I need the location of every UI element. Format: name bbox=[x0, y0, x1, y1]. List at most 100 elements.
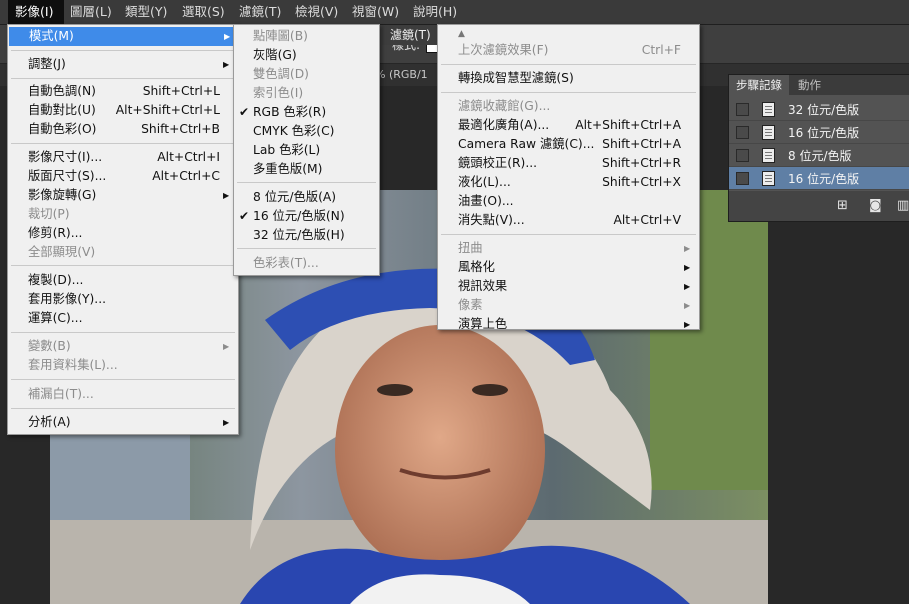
menu-item-stylize[interactable]: 風格化 ▶ bbox=[458, 258, 690, 277]
menu-filter[interactable]: 濾鏡(T) bbox=[239, 0, 281, 24]
menu-item-8-bits[interactable]: 8 位元/色版(A) bbox=[253, 188, 336, 207]
menu-item-auto-color[interactable]: 自動色彩(O) Shift+Ctrl+B bbox=[28, 120, 220, 139]
menu-shortcut: Ctrl+F bbox=[641, 43, 681, 57]
separator bbox=[11, 78, 235, 79]
menu-item-bitmap[interactable]: 點陣圖(B) bbox=[253, 27, 308, 46]
menu-item-duotone[interactable]: 雙色調(D) bbox=[253, 65, 309, 84]
menu-item-filter-gallery[interactable]: 濾鏡收藏館(G)... bbox=[458, 97, 550, 116]
tab-history[interactable]: 步驟記錄 bbox=[729, 75, 789, 95]
menu-item-last-filter[interactable]: 上次濾鏡效果(F) Ctrl+F bbox=[458, 41, 681, 60]
history-item-selected[interactable]: 16 位元/色版 bbox=[729, 167, 909, 190]
menu-type[interactable]: 類型(Y) bbox=[125, 0, 167, 24]
menu-item-32-bits[interactable]: 32 位元/色版(H) bbox=[253, 226, 345, 245]
menu-item-rgb-color[interactable]: RGB 色彩(R) bbox=[253, 103, 326, 122]
history-item[interactable]: 32 位元/色版 bbox=[729, 98, 909, 121]
trash-icon[interactable]: ▥ bbox=[897, 198, 909, 213]
menu-item-vanishing-point[interactable]: 消失點(V)... Alt+Ctrl+V bbox=[458, 211, 681, 230]
menu-item-label: Camera Raw 濾鏡(C)... bbox=[458, 137, 595, 151]
menu-item-variables[interactable]: 變數(B) ▶ bbox=[28, 337, 229, 356]
menu-item-distort[interactable]: 扭曲 ▶ bbox=[458, 239, 690, 258]
menu-item-reveal-all[interactable]: 全部顯現(V) bbox=[28, 243, 95, 262]
separator bbox=[441, 64, 696, 65]
menu-item-pixelate[interactable]: 像素 ▶ bbox=[458, 296, 690, 315]
menu-item-image-rotation[interactable]: 影像旋轉(G) ▶ bbox=[28, 186, 229, 205]
filter-menu-header[interactable]: 濾鏡(T) bbox=[382, 25, 444, 45]
menu-item-grayscale[interactable]: 灰階(G) bbox=[253, 46, 297, 65]
menu-item-apply-image[interactable]: 套用影像(Y)... bbox=[28, 290, 106, 309]
menu-item-label: 雙色調(D) bbox=[253, 67, 309, 81]
menu-layer[interactable]: 圖層(L) bbox=[70, 0, 112, 24]
menu-item-adaptive-wide-angle[interactable]: 最適化廣角(A)... Alt+Shift+Ctrl+A bbox=[458, 116, 681, 135]
menu-item-label: 鏡頭校正(R)... bbox=[458, 156, 538, 170]
menu-item-apply-data-set[interactable]: 套用資料集(L)... bbox=[28, 356, 118, 375]
menu-shortcut: Shift+Ctrl+L bbox=[142, 84, 220, 98]
menu-item-duplicate[interactable]: 複製(D)... bbox=[28, 271, 83, 290]
menu-item-label: 補漏白(T)... bbox=[28, 387, 94, 401]
history-item-label: 16 位元/色版 bbox=[788, 172, 860, 186]
history-panel: 步驟記錄 動作 32 位元/色版 16 位元/色版 8 位元/色版 16 位元/… bbox=[728, 74, 909, 222]
menu-item-lab-color[interactable]: Lab 色彩(L) bbox=[253, 141, 320, 160]
menu-item-color-table[interactable]: 色彩表(T)... bbox=[253, 254, 319, 273]
menu-item-trim[interactable]: 修剪(R)... bbox=[28, 224, 82, 243]
menu-shortcut: Shift+Ctrl+B bbox=[141, 122, 220, 136]
menu-item-label: 濾鏡收藏館(G)... bbox=[458, 99, 551, 113]
new-document-from-state-icon[interactable]: ⊞ bbox=[837, 198, 848, 213]
menu-item-mode[interactable]: 模式(M) ▶ bbox=[9, 27, 237, 46]
history-item[interactable]: 8 位元/色版 bbox=[729, 144, 909, 167]
menu-item-auto-contrast[interactable]: 自動對比(U) Alt+Shift+Ctrl+L bbox=[28, 101, 220, 120]
checkmark-icon: ✔ bbox=[239, 105, 250, 119]
menu-item-label: 油畫(O)... bbox=[458, 194, 514, 208]
tab-actions[interactable]: 動作 bbox=[791, 75, 828, 95]
menu-item-cmyk-color[interactable]: CMYK 色彩(C) bbox=[253, 122, 334, 141]
document-icon bbox=[762, 125, 775, 140]
history-source-checkbox[interactable] bbox=[736, 172, 749, 185]
menu-item-canvas-size[interactable]: 版面尺寸(S)... Alt+Ctrl+C bbox=[28, 167, 220, 186]
menu-item-label: 裁切(P) bbox=[28, 207, 70, 221]
menu-item-label: 套用資料集(L)... bbox=[28, 358, 118, 372]
history-item-label: 8 位元/色版 bbox=[788, 149, 852, 163]
menu-select[interactable]: 選取(S) bbox=[182, 0, 225, 24]
image-menu: 模式(M) ▶ 調整(J) ▶ 自動色調(N) Shift+Ctrl+L 自動對比(U… bbox=[7, 24, 239, 435]
menu-window[interactable]: 視窗(W) bbox=[352, 0, 399, 24]
menu-item-label: 像素 bbox=[458, 298, 483, 312]
menu-item-calculations[interactable]: 運算(C)... bbox=[28, 309, 83, 328]
menu-item-trap[interactable]: 補漏白(T)... bbox=[28, 385, 94, 404]
history-item-label: 16 位元/色版 bbox=[788, 126, 860, 140]
menu-item-label: 影像尺寸(I)... bbox=[28, 150, 103, 164]
menu-help[interactable]: 說明(H) bbox=[413, 0, 457, 24]
menu-item-16-bits[interactable]: 16 位元/色版(N) bbox=[253, 207, 345, 226]
menu-item-multichannel[interactable]: 多重色版(M) bbox=[253, 160, 322, 179]
panel-tabs: 步驟記錄 動作 bbox=[729, 75, 909, 95]
menu-item-camera-raw-filter[interactable]: Camera Raw 濾鏡(C)... Shift+Ctrl+A bbox=[458, 135, 681, 154]
menu-item-label: 灰階(G) bbox=[253, 48, 297, 62]
menu-item-crop[interactable]: 裁切(P) bbox=[28, 205, 70, 224]
separator bbox=[11, 332, 235, 333]
menu-item-oil-paint[interactable]: 油畫(O)... bbox=[458, 192, 514, 211]
menu-item-indexed-color[interactable]: 索引色(I) bbox=[253, 84, 303, 103]
menu-view[interactable]: 檢視(V) bbox=[295, 0, 338, 24]
camera-snapshot-icon[interactable]: ◙ bbox=[869, 198, 882, 213]
menu-shortcut: Alt+Shift+Ctrl+L bbox=[115, 103, 220, 117]
filter-menu: ▲ 上次濾鏡效果(F) Ctrl+F 轉換成智慧型濾鏡(S) 濾鏡收藏館(G)..… bbox=[437, 24, 700, 330]
menu-shortcut: Shift+Ctrl+A bbox=[602, 137, 681, 151]
history-source-checkbox[interactable] bbox=[736, 103, 749, 116]
menu-item-convert-smart-filters[interactable]: 轉換成智慧型濾鏡(S) bbox=[458, 69, 574, 88]
history-item-label: 32 位元/色版 bbox=[788, 103, 860, 117]
menu-item-adjustments[interactable]: 調整(J) ▶ bbox=[28, 55, 229, 74]
menu-item-video[interactable]: 視訊效果 ▶ bbox=[458, 277, 690, 296]
menu-item-image-size[interactable]: 影像尺寸(I)... Alt+Ctrl+I bbox=[28, 148, 220, 167]
submenu-arrow-icon: ▶ bbox=[684, 320, 691, 329]
menu-item-liquify[interactable]: 液化(L)... Shift+Ctrl+X bbox=[458, 173, 681, 192]
menu-shortcut: Alt+Shift+Ctrl+A bbox=[575, 118, 681, 132]
panel-footer: ⊞ ◙ ▥ bbox=[729, 191, 909, 221]
history-item[interactable]: 16 位元/色版 bbox=[729, 121, 909, 144]
menu-item-auto-tone[interactable]: 自動色調(N) Shift+Ctrl+L bbox=[28, 82, 220, 101]
history-source-checkbox[interactable] bbox=[736, 126, 749, 139]
history-source-checkbox[interactable] bbox=[736, 149, 749, 162]
menu-item-label: 扭曲 bbox=[458, 241, 483, 255]
menu-item-lens-correction[interactable]: 鏡頭校正(R)... Shift+Ctrl+R bbox=[458, 154, 681, 173]
menu-item-label: Lab 色彩(L) bbox=[253, 143, 321, 157]
menu-item-render[interactable]: 演算上色 ▶ bbox=[458, 315, 690, 329]
menu-item-analysis[interactable]: 分析(A) ▶ bbox=[28, 413, 229, 432]
menu-image[interactable]: 影像(I) bbox=[8, 0, 64, 24]
